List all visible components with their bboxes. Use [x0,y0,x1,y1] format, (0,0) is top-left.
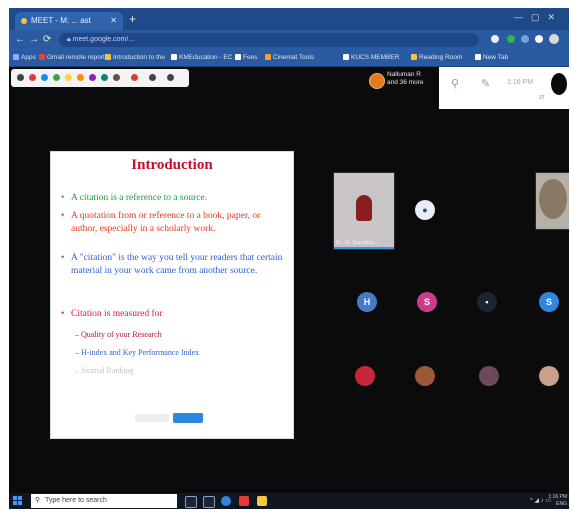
color-icon[interactable] [101,74,108,81]
bookmark-item[interactable]: KUCS MEMBER [343,52,399,64]
avatar[interactable] [355,366,375,386]
undo-icon[interactable] [149,74,156,81]
slide-sub-item: – H-index and Key Performance Index [75,348,200,357]
color-icon[interactable] [89,74,96,81]
color-icon[interactable] [41,74,48,81]
windows-taskbar: ⚲ Type here to search ^ ◢ ♪ ▭ 1:16 PM ENG [9,493,569,509]
browser-tab[interactable]: MEET - M: ... ast ✕ [15,12,123,30]
presenter-chip: Nalluman R and 36 more [369,71,449,101]
color-icon[interactable] [53,74,60,81]
bookmark-item[interactable]: Apps [13,52,36,64]
color-icon[interactable] [29,74,36,81]
new-tab-button[interactable]: + [129,12,136,26]
bookmark-item[interactable]: Introduction to the [105,52,165,64]
avatar[interactable] [479,366,499,386]
avatar[interactable]: ● [415,200,435,220]
participant-video [356,195,372,221]
meet-top-bar: Nalluman R and 36 more ⚲ ✎ 1:16 PM 37 [9,67,569,111]
pen-icon[interactable] [17,74,24,81]
windows-icon[interactable] [13,496,23,506]
slide-bullet: • A quotation from or reference to a book… [61,211,261,234]
bookmarks-bar: Apps Gmail remote report Introduction to… [9,50,569,67]
slide-bullet: • Citation is measured for [61,309,163,319]
avatar[interactable]: S [539,292,559,312]
move-icon[interactable] [167,74,174,81]
close-icon[interactable]: ✕ [110,12,117,30]
participant-video [539,179,567,219]
slide-action-button[interactable] [173,413,203,423]
address-bar: ← → ⟳ 🔒︎ meet.google.com/... [9,30,569,50]
people-icon[interactable]: ⚲ [451,77,459,90]
extension-icon[interactable] [507,35,515,43]
presentation-slide: Introduction • A citation is a reference … [51,152,293,438]
file-explorer-icon[interactable] [257,496,267,506]
slide-sub-item: – Journal Ranking [75,366,134,375]
profile-icon[interactable] [549,34,559,44]
avatar[interactable] [551,73,567,95]
bookmark-item[interactable]: Reading Room [411,52,462,64]
eraser-icon[interactable] [131,74,138,81]
presenter-name: Nalluman R and 36 more [387,71,424,86]
annotation-toolbar [11,69,189,87]
bookmark-item[interactable]: Fees [235,52,257,64]
bookmark-item[interactable]: KMEducation - EC [171,52,232,64]
app-icon[interactable] [239,496,249,506]
avatar[interactable] [539,366,559,386]
color-icon[interactable] [113,74,120,81]
extension-icon[interactable] [521,35,529,43]
participant-name: Dr. M. Suresha... [336,240,378,246]
search-input[interactable]: ⚲ Type here to search [31,494,177,508]
forward-icon[interactable]: → [29,33,39,47]
meet-favicon-icon [21,17,27,24]
avatar[interactable]: H [357,292,377,312]
chat-icon[interactable]: ✎ [481,77,490,90]
slide-bullet: • A citation is a reference to a source. [61,193,208,203]
speaking-indicator [334,247,394,249]
avatar[interactable]: S [417,292,437,312]
slide-sub-item: – Quality of your Research [75,330,162,339]
bookmark-item[interactable]: Cinemat Tools [265,52,314,64]
reload-icon[interactable]: ⟳ [43,33,51,47]
slide-title: Introduction [131,157,213,173]
tab-title: MEET - M: ... ast [31,16,91,25]
bookmark-item[interactable]: New Tab [475,52,508,64]
edge-icon[interactable] [221,496,231,506]
back-icon[interactable]: ← [15,33,25,47]
extension-icon[interactable] [535,35,543,43]
color-icon[interactable] [77,74,84,81]
avatar[interactable] [415,366,435,386]
avatar [369,73,385,89]
meet-controls: ⚲ ✎ 1:16 PM 37 [439,67,569,109]
participant-count: 37 [539,95,545,101]
url-input[interactable]: 🔒︎ meet.google.com/... [59,33,479,47]
star-icon[interactable] [491,35,499,43]
participant-video-tile[interactable] [535,172,569,230]
screenshot: MEET - M: ... ast ✕ + —▢✕ ← → ⟳ 🔒︎ meet.… [9,8,569,509]
participant-video-tile[interactable]: Dr. M. Suresha... [333,172,395,250]
url-text: meet.google.com/... [72,36,135,43]
tab-bar: MEET - M: ... ast ✕ + —▢✕ [9,8,569,30]
clock: 1:16 PM ENG [548,494,567,507]
slide-bullet: • A "citation" is the way you tell your r… [61,253,283,276]
window-controls[interactable]: —▢✕ [514,12,563,23]
bookmark-item[interactable]: Gmail remote report [39,52,105,64]
color-icon[interactable] [65,74,72,81]
search-icon: ⚲ [35,497,41,504]
avatar[interactable]: • [477,292,497,312]
task-view-icon[interactable] [185,496,197,508]
slide-navigation[interactable] [135,414,169,422]
widgets-icon[interactable] [203,496,215,508]
meeting-time: 1:16 PM [507,79,534,86]
